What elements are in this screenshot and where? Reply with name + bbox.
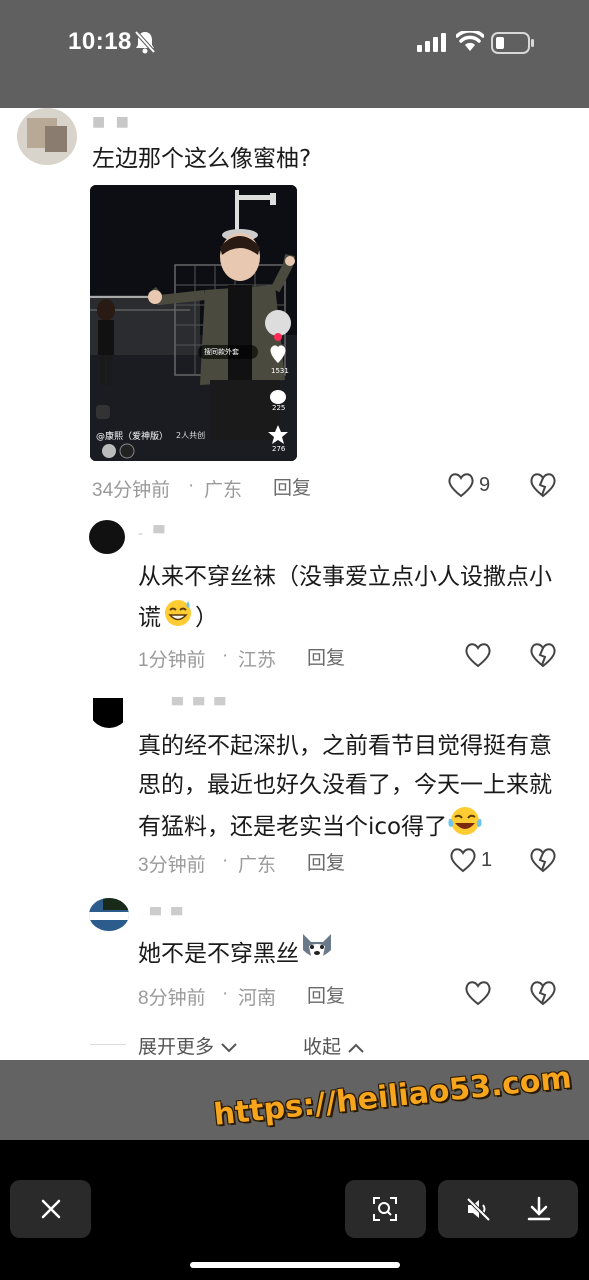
expand-more-button[interactable]: 展开更多 xyxy=(138,1032,238,1059)
comment-text-tail: ） xyxy=(195,605,218,631)
scan-search-icon xyxy=(373,1197,397,1221)
tears-of-joy-emoji xyxy=(447,805,483,850)
comment-username[interactable]: - ▀ xyxy=(138,526,167,542)
status-time: 10:18 xyxy=(68,28,132,55)
comment-username[interactable]: ▀ ▀ ▀ xyxy=(172,698,228,714)
comment-location: 江苏 xyxy=(238,650,277,671)
signal-icon xyxy=(417,33,446,52)
download-icon[interactable] xyxy=(526,1196,552,1222)
like-count: 9 xyxy=(479,474,491,496)
dislike-broken-heart-icon[interactable] xyxy=(529,472,557,498)
meta-separator: · xyxy=(222,983,229,1004)
meta-separator: · xyxy=(222,645,229,666)
mute-icon[interactable] xyxy=(465,1196,493,1222)
reply-button[interactable]: 回复 xyxy=(307,643,345,670)
comment-text: 她不是不穿黑丝 xyxy=(138,932,335,977)
comment-text: 真的经不起深扒，之前看节目觉得挺有意思的，最近也好久没看了，今天一上来就有猛料，… xyxy=(138,727,568,850)
comment-location: 广东 xyxy=(238,855,277,876)
close-button[interactable] xyxy=(10,1180,91,1238)
comment-location: 河南 xyxy=(238,988,277,1009)
video-like-count: 1531 xyxy=(271,367,289,375)
avatar[interactable] xyxy=(89,898,129,931)
divider xyxy=(90,1044,126,1045)
collapse-label: 收起 xyxy=(303,1036,342,1058)
husky-emoji xyxy=(299,932,335,977)
avatar[interactable] xyxy=(17,108,77,165)
comment-location: 广东 xyxy=(204,480,243,501)
grin-sweat-emoji xyxy=(161,597,195,640)
video-comment-count: 225 xyxy=(272,404,286,412)
reply-button[interactable]: 回复 xyxy=(273,473,311,500)
status-bar: 10:18 xyxy=(0,0,589,108)
video-scene xyxy=(90,185,297,461)
dislike-broken-heart-icon[interactable] xyxy=(529,642,557,668)
comment-time: 34分钟前 xyxy=(92,480,171,501)
comment-time: 8分钟前 xyxy=(138,988,206,1009)
chevron-up-icon xyxy=(348,1043,364,1053)
watermark-url: https://heiliao53.com xyxy=(212,1060,574,1133)
like-count: 1 xyxy=(481,849,493,871)
comment-text-body: 真的经不起深扒，之前看节目觉得挺有意思的，最近也好久没看了，今天一上来就有猛料，… xyxy=(138,733,552,840)
avatar[interactable] xyxy=(89,520,125,554)
comment-username[interactable]: ▀ ▀ xyxy=(150,908,185,924)
comment-username[interactable]: ■ ■ xyxy=(92,114,132,130)
comment-time: 3分钟前 xyxy=(138,855,206,876)
bell-muted-icon xyxy=(134,30,156,54)
comment-text: 从来不穿丝袜（没事爱立点小人设撒点小谎） xyxy=(138,558,568,640)
video-fav-count: 276 xyxy=(272,445,286,453)
video-cocreate: 2人共创 xyxy=(176,431,206,440)
comment-time: 1分钟前 xyxy=(138,650,206,671)
collapse-button[interactable]: 收起 xyxy=(303,1032,365,1059)
video-tag: 搜同款外套 xyxy=(204,348,239,356)
chevron-down-icon xyxy=(221,1042,237,1052)
comment-text: 左边那个这么像蜜柚? xyxy=(92,146,312,172)
like-heart-icon[interactable] xyxy=(464,642,492,668)
comment-sheet: ■ ■ 左边那个这么像蜜柚? 搜同款外套 1531 225 276 @康熙（爱神… xyxy=(0,108,589,1060)
like-heart-icon[interactable] xyxy=(464,980,492,1006)
dislike-broken-heart-icon[interactable] xyxy=(529,847,557,873)
meta-separator: · xyxy=(188,475,195,496)
avatar[interactable] xyxy=(89,690,129,728)
bottom-toolbar xyxy=(0,1140,589,1280)
video-thumbnail[interactable]: 搜同款外套 1531 225 276 @康熙（爱神版） 2人共创 xyxy=(90,185,297,461)
dislike-broken-heart-icon[interactable] xyxy=(529,980,557,1006)
scan-search-button[interactable] xyxy=(345,1180,426,1238)
expand-more-label: 展开更多 xyxy=(138,1036,215,1058)
comment-text-body: 她不是不穿黑丝 xyxy=(138,941,299,967)
like-heart-icon[interactable] xyxy=(449,847,477,873)
reply-button[interactable]: 回复 xyxy=(307,981,345,1008)
home-indicator[interactable] xyxy=(190,1262,400,1268)
close-icon xyxy=(41,1199,61,1219)
reply-button[interactable]: 回复 xyxy=(307,848,345,875)
video-author: @康熙（爱神版） xyxy=(96,432,169,442)
wifi-icon xyxy=(456,31,484,51)
meta-separator: · xyxy=(222,850,229,871)
like-heart-icon[interactable] xyxy=(447,472,475,498)
battery-icon xyxy=(491,32,534,54)
media-controls xyxy=(438,1180,578,1238)
